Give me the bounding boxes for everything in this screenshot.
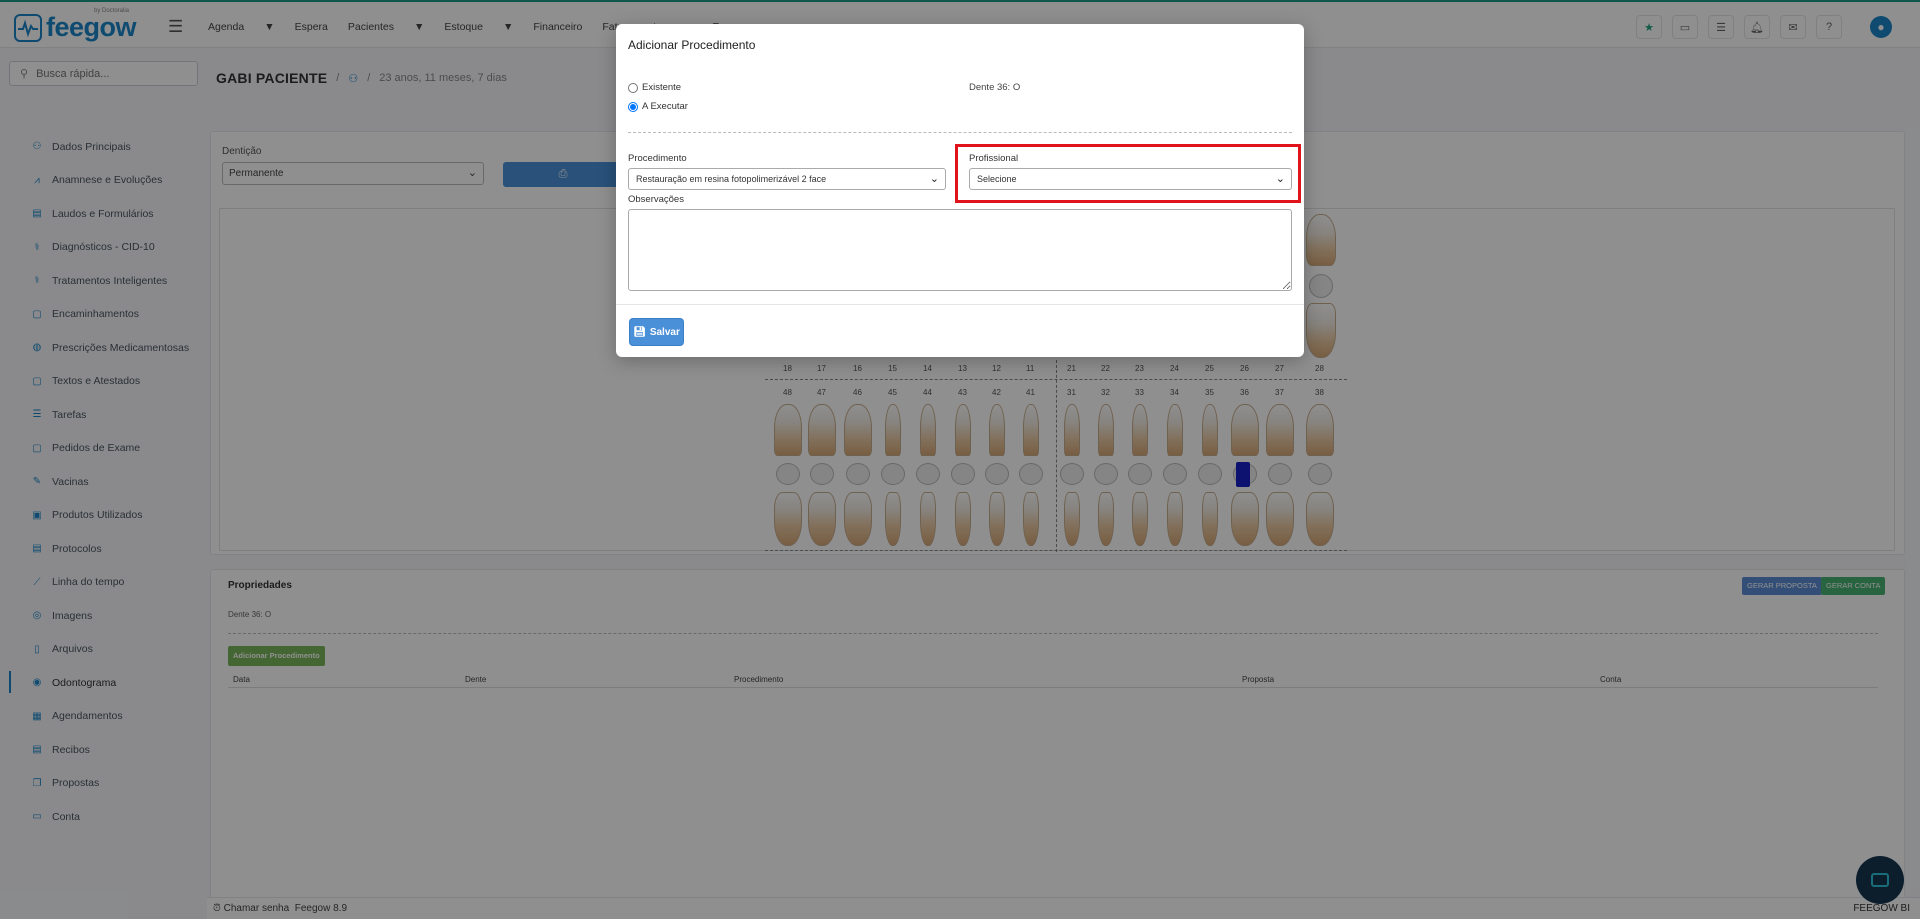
- radio-existente[interactable]: Existente: [628, 82, 681, 93]
- modal-footer-divider: [616, 304, 1304, 305]
- observacoes-label: Observações: [628, 194, 684, 205]
- radio-a-executar[interactable]: A Executar: [628, 101, 688, 112]
- profissional-select[interactable]: Selecione ⌄: [969, 168, 1292, 190]
- radio-a-executar-label: A Executar: [642, 101, 688, 112]
- profissional-value: Selecione: [977, 174, 1017, 184]
- save-button[interactable]: 💾︎ Salvar: [629, 318, 684, 346]
- save-label: Salvar: [649, 326, 680, 338]
- chevron-down-icon: ⌄: [929, 173, 939, 185]
- chevron-down-icon: ⌄: [1275, 173, 1285, 185]
- radio-existente-label: Existente: [642, 82, 682, 93]
- observacoes-textarea[interactable]: [628, 209, 1292, 291]
- radio-a-executar-input[interactable]: [628, 101, 638, 112]
- procedimento-select[interactable]: Restauração em resina fotopolimerizável …: [628, 168, 946, 190]
- procedimento-label: Procedimento: [628, 153, 687, 164]
- radio-existente-input[interactable]: [628, 82, 638, 93]
- floppy-disk-icon: 💾︎: [633, 326, 646, 338]
- modal-tooth-label: Dente 36: O: [969, 82, 1021, 93]
- modal-divider: [628, 132, 1292, 133]
- modal-title: Adicionar Procedimento: [628, 38, 756, 52]
- procedimento-value: Restauração em resina fotopolimerizável …: [636, 174, 827, 184]
- profissional-label: Profissional: [969, 153, 1019, 164]
- add-procedure-modal: Adicionar Procedimento Existente A Execu…: [616, 24, 1304, 357]
